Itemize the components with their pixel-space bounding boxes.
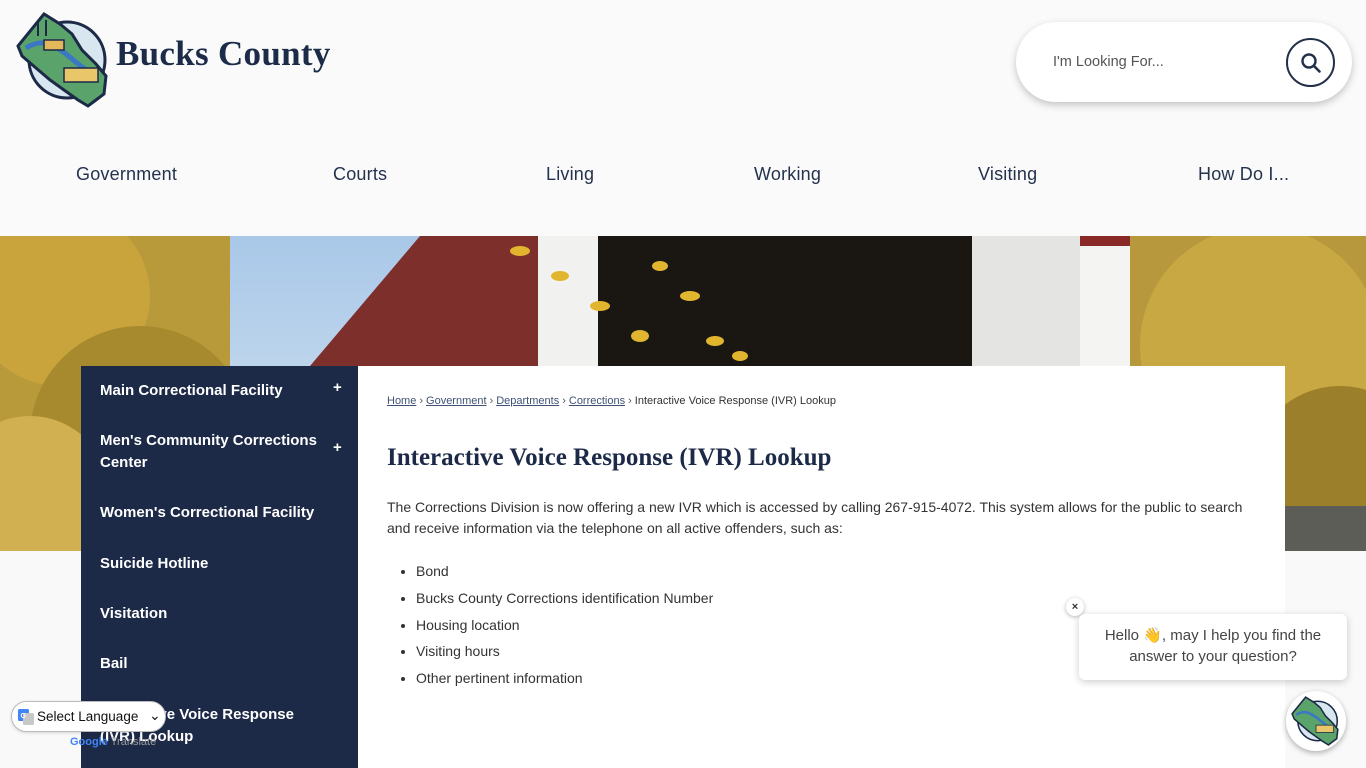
google-translate-icon: G [18, 708, 34, 725]
nav-living[interactable]: Living [546, 164, 594, 185]
wave-emoji-icon: 👋 [1143, 627, 1162, 644]
nav-how-do-i[interactable]: How Do I... [1198, 164, 1289, 185]
svg-text:G: G [21, 713, 27, 720]
nav-courts[interactable]: Courts [333, 164, 387, 185]
breadcrumb-separator: › [419, 395, 424, 407]
list-item: Bucks County Corrections identification … [416, 588, 713, 615]
sidebar-item-main-correctional-facility[interactable]: Main Correctional Facility [100, 380, 330, 402]
chat-close-button[interactable]: × [1066, 598, 1084, 616]
breadcrumb: Home › Government › Departments › Corrections ›… [387, 395, 836, 407]
search-box [1016, 22, 1352, 102]
chevron-down-icon: ⌄ [149, 707, 161, 723]
chat-greeting-text: Hello [1104, 627, 1144, 644]
info-list: Bond Bucks County Corrections identifica… [416, 561, 713, 695]
expand-main-correctional-facility-button[interactable]: + [333, 379, 342, 396]
list-item: Housing location [416, 615, 713, 642]
breadcrumb-separator: › [562, 395, 566, 407]
county-seal-icon [1291, 696, 1339, 746]
translate-wordmark: Translate [110, 736, 157, 748]
search-icon [1300, 52, 1321, 73]
nav-working[interactable]: Working [754, 164, 821, 185]
sidebar-item-bail[interactable]: Bail [100, 653, 330, 675]
google-wordmark: Google [70, 736, 108, 748]
site-name: Bucks County [116, 34, 331, 73]
breadcrumb-current: Interactive Voice Response (IVR) Lookup [634, 395, 836, 407]
breadcrumb-departments[interactable]: Departments [496, 395, 559, 407]
sidebar-item-suicide-hotline[interactable]: Suicide Hotline [100, 553, 330, 575]
list-item: Visiting hours [416, 641, 713, 668]
breadcrumb-corrections[interactable]: Corrections [569, 395, 625, 407]
chat-launcher-button[interactable] [1286, 691, 1346, 751]
search-input[interactable] [1053, 54, 1273, 70]
main-nav: Government Courts Living Working Visitin… [0, 164, 1366, 188]
sidebar-item-womens-correctional-facility[interactable]: Women's Correctional Facility [100, 502, 330, 524]
powered-by-google-translate[interactable]: Google Translate [70, 736, 156, 748]
expand-mens-community-corrections-button[interactable]: + [333, 439, 342, 456]
nav-government[interactable]: Government [76, 164, 177, 185]
language-select[interactable]: G Select Language ⌄ [11, 701, 166, 732]
page-title: Interactive Voice Response (IVR) Lookup [387, 444, 832, 471]
county-seal-icon [16, 12, 108, 108]
sidebar-item-visitation[interactable]: Visitation [100, 603, 330, 625]
site-logo[interactable]: Bucks County [12, 10, 331, 110]
sidebar-item-mens-community-corrections-center[interactable]: Men's Community Corrections Center [100, 430, 330, 474]
site-header: Bucks County Government Courts Living Wo… [0, 0, 1366, 236]
list-item: Other pertinent information [416, 668, 713, 695]
breadcrumb-home[interactable]: Home [387, 395, 416, 407]
list-item: Bond [416, 561, 713, 588]
chat-greeting-bubble[interactable]: Hello 👋, may I help you find the answer … [1079, 614, 1347, 680]
breadcrumb-separator: › [628, 395, 632, 407]
language-select-label: Select Language [37, 709, 139, 724]
intro-paragraph: The Corrections Division is now offering… [387, 499, 1243, 536]
breadcrumb-government[interactable]: Government [426, 395, 487, 407]
breadcrumb-separator: › [489, 395, 494, 407]
search-button[interactable] [1286, 38, 1335, 87]
main-content: Home › Government › Departments › Corrections ›… [358, 366, 1285, 768]
nav-visiting[interactable]: Visiting [978, 164, 1037, 185]
